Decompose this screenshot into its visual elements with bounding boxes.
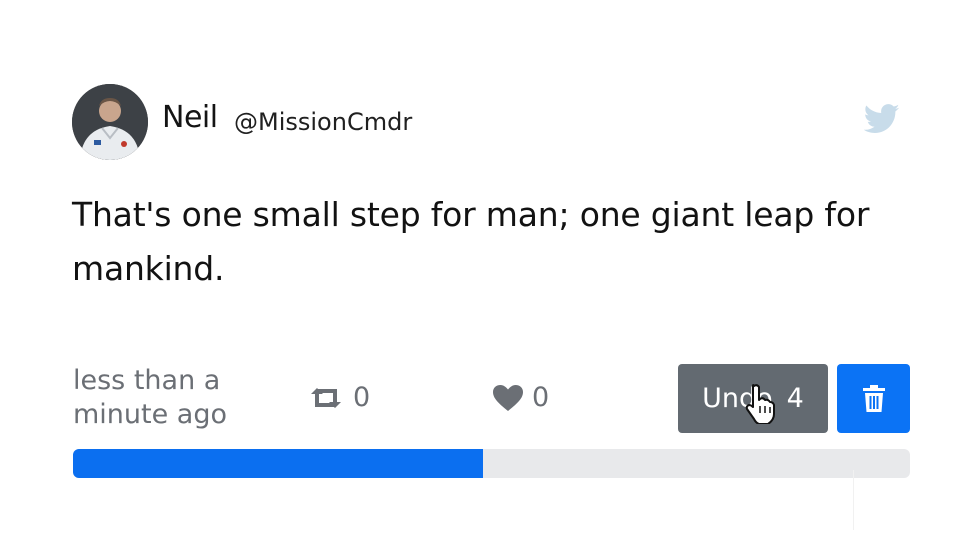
tweet-card: Neil @MissionCmdr That's one small step … <box>0 0 980 551</box>
author-name[interactable]: Neil <box>162 100 218 135</box>
tweet-text: That's one small step for man; one giant… <box>72 195 870 288</box>
undo-progress-fill <box>73 449 484 478</box>
undo-button[interactable]: Undo 4 <box>678 364 828 433</box>
author-handle[interactable]: @MissionCmdr <box>234 108 412 136</box>
undo-label: Undo <box>702 383 773 414</box>
avatar[interactable] <box>72 84 148 160</box>
divider <box>853 470 854 530</box>
avatar-photo <box>72 84 148 160</box>
undo-progress-bar <box>73 449 910 478</box>
undo-countdown: 4 <box>786 383 804 414</box>
retweet-button[interactable]: 0 <box>307 382 370 413</box>
twitter-bird-icon <box>864 104 900 133</box>
delete-button[interactable] <box>837 364 910 433</box>
like-button[interactable]: 0 <box>492 382 549 413</box>
tweet-timestamp[interactable]: less than a minute ago <box>73 364 253 432</box>
retweet-icon <box>311 387 341 408</box>
trash-icon <box>862 384 885 412</box>
retweet-count: 0 <box>353 382 371 413</box>
like-count: 0 <box>532 382 550 413</box>
heart-icon <box>493 384 523 411</box>
